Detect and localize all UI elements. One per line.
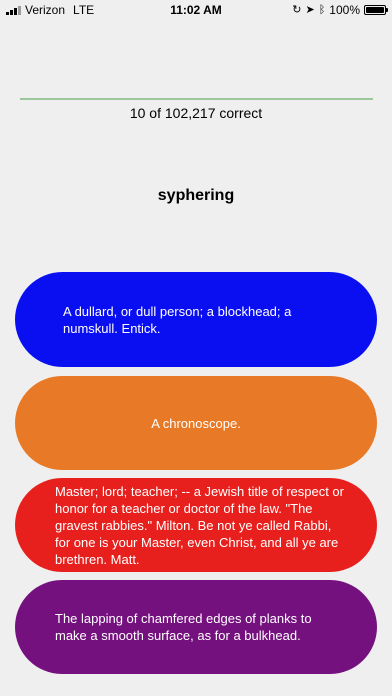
battery-level-fill — [366, 7, 384, 13]
answer-option-4[interactable]: The lapping of chamfered edges of planks… — [15, 580, 377, 674]
answer-option-1-text: A dullard, or dull person; a blockhead; … — [63, 303, 292, 336]
battery-icon — [364, 5, 388, 15]
progress-bar-fill — [20, 98, 373, 100]
location-arrow-icon: ➤ — [305, 4, 315, 16]
answer-option-2-text: A chronoscope. — [151, 415, 241, 431]
answer-option-4-text: The lapping of chamfered edges of planks… — [55, 611, 312, 643]
rotation-lock-icon: ↻ — [292, 4, 302, 16]
score-counter: 10 of 102,217 correct — [129, 105, 263, 121]
answer-option-1[interactable]: A dullard, or dull person; a blockhead; … — [15, 272, 377, 367]
progress-bar — [20, 98, 373, 100]
bluetooth-icon: ᛒ — [318, 4, 326, 16]
answer-option-3-text: Master; lord; teacher; -- a Jewish title… — [55, 483, 344, 567]
battery-percent: 100% — [329, 3, 360, 17]
quiz-word: syphering — [157, 187, 235, 204]
status-right: ↻ ➤ ᛒ 100% — [292, 3, 388, 17]
answer-option-2[interactable]: A chronoscope. — [15, 376, 377, 470]
answer-option-3[interactable]: Master; lord; teacher; -- a Jewish title… — [15, 478, 377, 572]
status-bar: Verizon LTE 11:02 AM ↻ ➤ ᛒ 100% — [0, 0, 392, 20]
